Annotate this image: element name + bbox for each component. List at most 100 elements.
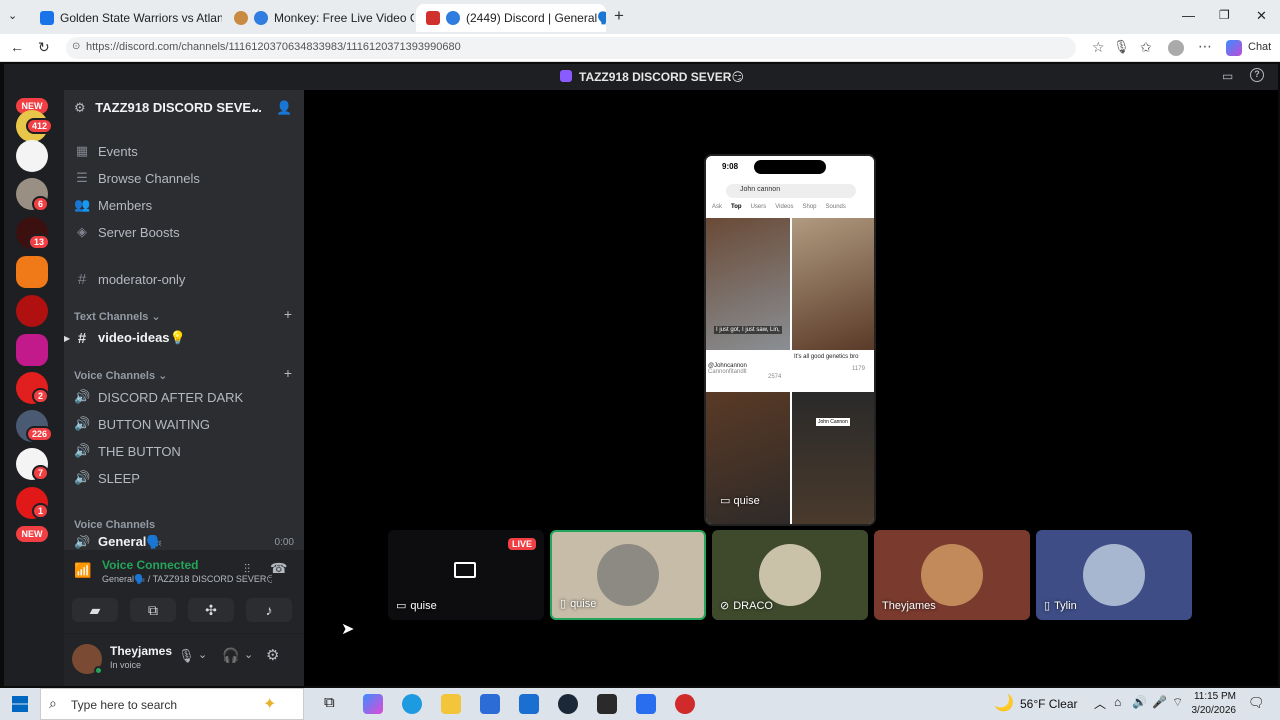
share-screen-button[interactable]: ⧉ [130, 598, 176, 622]
channel-moderator-only[interactable]: # moderator-only [74, 267, 294, 291]
browser-tab-bar: ⌄ Golden State Warriors vs Atlanta H ✕ M… [0, 0, 1280, 34]
chevron-down-icon[interactable]: ⌄ [244, 648, 253, 661]
profile-avatar[interactable] [1168, 40, 1184, 56]
participant-tile[interactable]: ⊘ DRACO [712, 530, 868, 620]
task-view-icon[interactable]: ⧉ [324, 694, 335, 711]
voice-status[interactable]: Voice Connected [102, 558, 198, 572]
voice-channel[interactable]: 🔊 BUTTON WAITING [74, 412, 294, 436]
menu-events[interactable]: ▦ Events [74, 139, 294, 163]
taskbar-search-box[interactable]: ⌕ Type here to search ✦ [40, 688, 304, 720]
add-voice-channel-button[interactable]: + [284, 365, 292, 381]
noise-suppression-icon[interactable]: ⫶⫶ [244, 562, 250, 577]
channel-video-ideas[interactable]: # video-ideas💡 [74, 326, 294, 350]
favorites-icon[interactable]: ✩ [1140, 39, 1152, 56]
menu-browse-channels[interactable]: ☰ Browse Channels [74, 166, 294, 190]
windows-start-icon[interactable] [12, 696, 28, 712]
thumbnail-tag: John Cannon [816, 418, 850, 426]
browser-tab-monkey[interactable]: Monkey: Free Live Video Chat ✕ [224, 4, 414, 32]
read-aloud-icon[interactable]: 🎙 [1113, 39, 1130, 55]
edge-icon[interactable] [402, 694, 422, 714]
browser-tab-warriors[interactable]: Golden State Warriors vs Atlanta H ✕ [30, 4, 222, 32]
steam-icon[interactable] [558, 694, 578, 714]
avatar [1083, 544, 1145, 606]
reload-icon[interactable]: ↻ [38, 39, 50, 56]
minimize-button[interactable]: — [1182, 8, 1195, 23]
category-voice-channels-2[interactable]: Voice Channels [74, 519, 155, 531]
category-text-channels[interactable]: Text Channels ⌄ [74, 310, 161, 323]
network-icon[interactable]: ⌂ [1114, 695, 1121, 709]
browser-tab-discord[interactable]: (2449) Discord | General🗣️ | T ✕ [416, 4, 606, 32]
mail-icon[interactable] [519, 694, 539, 714]
server-icon[interactable] [16, 295, 48, 327]
server-icon[interactable] [16, 334, 48, 366]
new-tab-button[interactable]: + [614, 6, 624, 26]
window-close-button[interactable]: ✕ [1256, 8, 1267, 24]
menu-label: Server Boosts [98, 224, 180, 240]
headphones-icon[interactable]: 🎧 [222, 647, 239, 664]
signal-icon[interactable]: 📶 [74, 562, 91, 579]
copilot-icon[interactable] [363, 694, 383, 714]
discord-title-bar: TAZZ918 DISCORD SEVER😏 ▭ ? [4, 64, 1278, 90]
store-icon[interactable] [480, 694, 500, 714]
activities-button[interactable]: ✣ [188, 598, 234, 622]
microphone-icon[interactable]: 🎙 [178, 648, 195, 664]
participant-tile[interactable]: Theyjames [874, 530, 1030, 620]
dynamic-island [754, 160, 826, 174]
volume-icon[interactable]: 🔊 [1132, 695, 1147, 709]
screen-share-stream[interactable]: 9:08 John cannon Ask Top Users Videos Sh… [704, 154, 876, 526]
url-field[interactable]: ⊙ https://discord.com/channels/111612037… [66, 37, 1076, 59]
copilot-icon[interactable] [1226, 40, 1242, 56]
notifications-icon[interactable]: 🗨 [1248, 695, 1265, 711]
invite-people-icon[interactable]: 👤 [276, 100, 292, 116]
gear-icon[interactable]: ⚙ [266, 646, 279, 664]
menu-label: Members [98, 197, 153, 213]
camera-off-button[interactable]: ▰ [72, 598, 118, 622]
voice-channel[interactable]: 🔊 DISCORD AFTER DARK [74, 385, 294, 409]
wifi-icon[interactable]: ⌔ [1172, 695, 1183, 710]
voice-channel[interactable]: 🔊 SLEEP [74, 466, 294, 490]
disconnect-icon[interactable]: ☎ [270, 560, 287, 577]
favorite-star-icon[interactable]: ☆ [1092, 39, 1105, 56]
maximize-button[interactable]: ❐ [1219, 8, 1230, 22]
roblox-icon[interactable] [636, 694, 656, 714]
add-text-channel-button[interactable]: + [284, 306, 292, 322]
weather-text[interactable]: 56°F Clear [1020, 697, 1078, 711]
mouse-cursor-icon: ➤ [341, 621, 355, 638]
hash-icon: # [77, 329, 87, 347]
participant-tile-stream[interactable]: LIVE ▭ quise [388, 530, 544, 620]
server-header[interactable]: ⚙ TAZZ918 DISCORD SEVE... ⌄ 👤 [74, 100, 294, 120]
menu-members[interactable]: 👥 Members [74, 193, 294, 217]
url-text: https://discord.com/channels/11161203706… [86, 41, 461, 53]
participant-tile[interactable]: ▯ Tylin [1036, 530, 1192, 620]
voice-channel-general[interactable]: 🔊 General🗣️ 0:00 [74, 535, 294, 549]
category-voice-channels[interactable]: Voice Channels ⌄ [74, 369, 167, 382]
server-icon[interactable] [16, 256, 48, 288]
clock-time[interactable]: 11:15 PM [1192, 691, 1236, 702]
tab-list-chevron-icon[interactable]: ⌄ [8, 9, 17, 22]
tray-chevron-icon[interactable]: ︿ [1094, 695, 1106, 712]
back-arrow-icon[interactable]: ← [10, 39, 24, 55]
participant-tile[interactable]: ▯ quise [550, 530, 706, 620]
epic-games-icon[interactable] [597, 694, 617, 714]
mention-badge: 2 [32, 388, 50, 404]
server-icon[interactable] [16, 140, 48, 172]
file-explorer-icon[interactable] [441, 694, 461, 714]
voice-channel[interactable]: 🔊 THE BUTTON [74, 439, 294, 463]
chevron-down-icon[interactable]: ⌄ [250, 100, 261, 116]
phone-time: 9:08 [722, 162, 739, 171]
app-icon[interactable] [675, 694, 695, 714]
inbox-icon[interactable]: ▭ [1222, 69, 1233, 83]
status-dot [94, 666, 103, 675]
clock-date[interactable]: 3/20/2026 [1188, 705, 1237, 716]
soundboard-button[interactable]: ♪ [246, 598, 292, 622]
username[interactable]: Theyjames [110, 644, 172, 658]
microphone-icon[interactable]: 🎤 [1152, 695, 1167, 709]
new-unreads-pill[interactable]: NEW [16, 526, 48, 542]
more-menu-icon[interactable]: ⋯ [1198, 38, 1212, 55]
menu-server-boosts[interactable]: ◈ Server Boosts [74, 220, 294, 244]
copilot-chat-label[interactable]: Chat [1248, 41, 1271, 53]
site-info-icon[interactable]: ⊙ [72, 41, 80, 52]
video-meta: @Johncannon Cannonfitandlt 2574 [708, 354, 790, 384]
chevron-down-icon[interactable]: ⌄ [198, 648, 207, 661]
help-icon[interactable]: ? [1250, 68, 1264, 82]
